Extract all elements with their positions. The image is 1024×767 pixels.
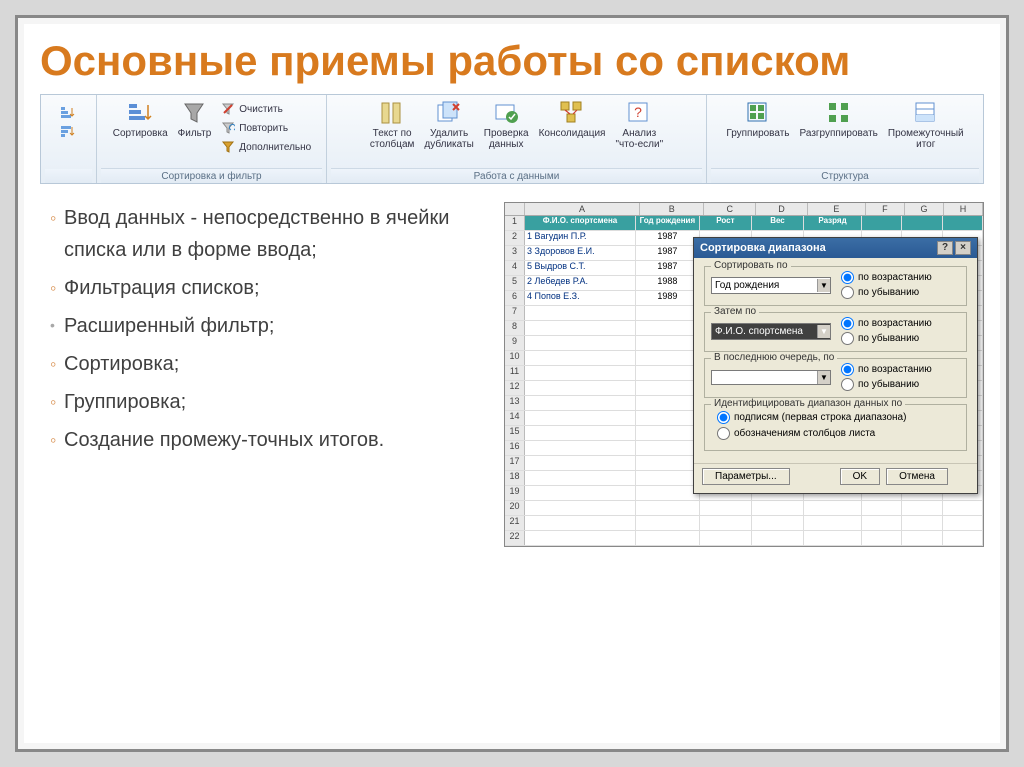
sort-asc-icon (59, 104, 75, 120)
table-row[interactable]: 21 (505, 516, 983, 531)
excel-embed: A B C D E F G H 1Ф.И.О. спортсменаГод ро… (504, 202, 984, 547)
select-all-corner[interactable] (505, 203, 525, 215)
col-header[interactable]: A (525, 203, 640, 215)
remove-duplicates-button[interactable]: Удалить дубликаты (421, 97, 476, 152)
ribbon-group-label: Работа с данными (331, 168, 702, 183)
sort-by-group: Сортировать по Год рождения▼ по возраста… (704, 266, 967, 306)
cancel-button[interactable]: Отмена (886, 468, 948, 485)
col-header[interactable]: C (704, 203, 756, 215)
ribbon-group-sort-filter: Сортировка Фильтр Очистить Повторить Доп… (97, 95, 327, 183)
text-to-columns-icon (378, 99, 406, 127)
asc-radio[interactable]: по возрастанию (841, 363, 932, 376)
sort-by-combo[interactable]: Год рождения▼ (711, 277, 831, 294)
data-validation-button[interactable]: Проверка данных (481, 97, 532, 152)
sort-desc-button[interactable] (57, 122, 80, 140)
list-item: Сортировка; (50, 348, 494, 380)
advanced-filter-button[interactable]: Дополнительно (218, 138, 313, 156)
last-by-group: В последнюю очередь, по ▼ по возрастанию… (704, 358, 967, 398)
consolidate-icon (558, 99, 586, 127)
filter-icon (180, 99, 208, 127)
ribbon-group-label: Структура (711, 168, 979, 183)
list-item: Группировка; (50, 386, 494, 418)
slide-title: Основные приемы работы со списком (40, 38, 984, 84)
subtotal-button[interactable]: Промежуточный итог (885, 97, 967, 152)
ribbon-group-label: Сортировка и фильтр (101, 168, 322, 183)
desc-radio[interactable]: по убыванию (841, 332, 932, 345)
identify-range-group: Идентифицировать диапазон данных по подп… (704, 404, 967, 451)
reapply-button[interactable]: Повторить (218, 119, 313, 137)
ident-labels-radio[interactable]: подписям (первая строка диапазона) (717, 411, 960, 424)
col-header[interactable]: F (866, 203, 905, 215)
clear-icon (220, 101, 236, 117)
ribbon-sort-quick (41, 95, 97, 183)
dialog-title-text: Сортировка диапазона (700, 242, 826, 254)
ungroup-icon (825, 99, 853, 127)
col-header[interactable]: B (640, 203, 704, 215)
ungroup-button[interactable]: Разгруппировать (797, 97, 881, 142)
subtotal-icon (912, 99, 940, 127)
desc-radio[interactable]: по убыванию (841, 286, 932, 299)
asc-radio[interactable]: по возрастанию (841, 271, 932, 284)
group-icon (744, 99, 772, 127)
chevron-down-icon: ▼ (817, 279, 830, 292)
help-button[interactable]: ? (937, 241, 953, 255)
table-row[interactable]: 1Ф.И.О. спортсменаГод рожденияРостВесРаз… (505, 216, 983, 231)
filter-button[interactable]: Фильтр (175, 97, 215, 142)
sort-asc-button[interactable] (57, 103, 80, 121)
desc-radio[interactable]: по убыванию (841, 378, 932, 391)
data-validation-icon (492, 99, 520, 127)
last-by-combo[interactable]: ▼ (711, 370, 831, 385)
ribbon-group-data-tools: Текст по столбцам Удалить дубликаты Пров… (327, 95, 707, 183)
close-button[interactable]: × (955, 241, 971, 255)
col-header[interactable]: G (905, 203, 944, 215)
ribbon-group-outline: Группировать Разгруппировать Промежуточн… (707, 95, 983, 183)
excel-ribbon: Сортировка Фильтр Очистить Повторить Доп… (40, 94, 984, 184)
sort-dialog: Сортировка диапазона ? × Сортировать по … (693, 237, 978, 494)
col-header[interactable]: E (808, 203, 866, 215)
col-header[interactable]: H (944, 203, 983, 215)
list-item: Ввод данных - непосредственно в ячейки с… (50, 202, 494, 266)
slide-frame: Основные приемы работы со списком Сортир… (15, 15, 1009, 752)
consolidate-button[interactable]: Консолидация (536, 97, 609, 142)
what-if-button[interactable]: ? Анализ "что-если" (612, 97, 666, 152)
sort-desc-icon (59, 123, 75, 139)
list-item: Расширенный фильтр; (50, 310, 494, 342)
list-item: Фильтрация списков; (50, 272, 494, 304)
text-to-columns-button[interactable]: Текст по столбцам (367, 97, 418, 152)
bullet-list: Ввод данных - непосредственно в ячейки с… (40, 202, 494, 462)
content-row: Ввод данных - непосредственно в ячейки с… (40, 202, 984, 547)
table-row[interactable]: 22 (505, 531, 983, 546)
advanced-icon (220, 139, 236, 155)
sort-button[interactable]: Сортировка (110, 97, 171, 142)
table-row[interactable]: 20 (505, 501, 983, 516)
ident-columns-radio[interactable]: обозначениям столбцов листа (717, 427, 960, 440)
params-button[interactable]: Параметры... (702, 468, 790, 485)
ok-button[interactable]: OK (840, 468, 880, 485)
then-by-combo[interactable]: Ф.И.О. спортсмена▼ (711, 323, 831, 340)
clear-filter-button[interactable]: Очистить (218, 100, 313, 118)
list-item: Создание промежу-точных итогов. (50, 424, 494, 456)
dialog-titlebar[interactable]: Сортировка диапазона ? × (694, 238, 977, 258)
asc-radio[interactable]: по возрастанию (841, 317, 932, 330)
col-header[interactable]: D (756, 203, 808, 215)
what-if-icon: ? (625, 99, 653, 127)
sort-icon (126, 99, 154, 127)
group-button[interactable]: Группировать (723, 97, 792, 142)
chevron-down-icon: ▼ (817, 325, 830, 338)
then-by-group: Затем по Ф.И.О. спортсмена▼ по возрастан… (704, 312, 967, 352)
sheet-column-headers: A B C D E F G H (505, 203, 983, 216)
remove-duplicates-icon (435, 99, 463, 127)
reapply-icon (220, 120, 236, 136)
chevron-down-icon: ▼ (817, 371, 830, 384)
svg-text:?: ? (634, 104, 642, 120)
